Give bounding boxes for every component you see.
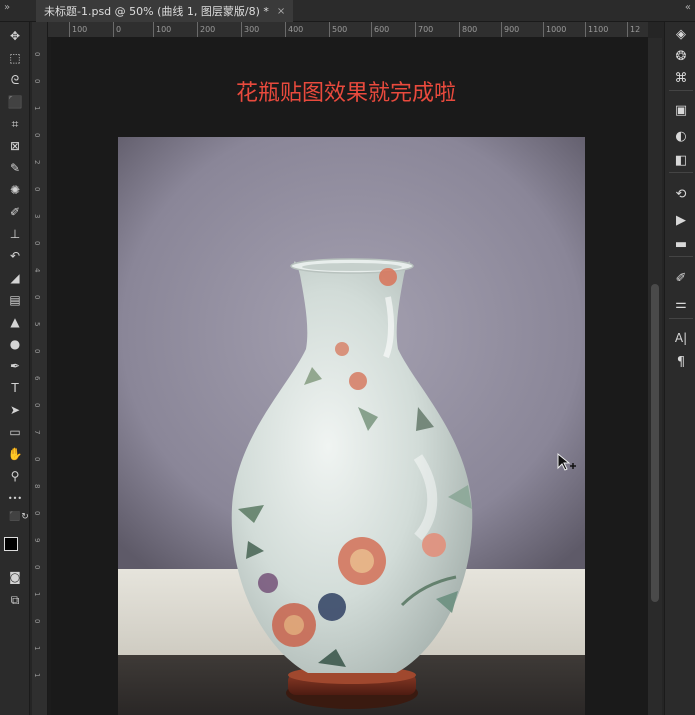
panel-separator xyxy=(669,90,693,91)
ruler-tick-label: 2 xyxy=(33,160,41,165)
document-canvas[interactable]: 花瓶贴图效果就完成啦 xyxy=(51,38,648,715)
ruler-tick-label: 1 xyxy=(33,592,41,597)
foreground-color-swatch[interactable] xyxy=(4,537,18,551)
dodge-tool-icon[interactable]: ● xyxy=(4,334,26,354)
tools-panel: ✥ ⬚ ᘓ ⬛ ⌗ ⊠ ✎ ✺ ✐ ⊥ ↶ ◢ ▤ ▲ ● ✒ T ➤ ▭ ✋ ⚲ ••• ⬛ ↻ ◙ ⧉ xyxy=(0,22,30,715)
history-panel-icon[interactable]: ⟲ xyxy=(670,184,692,204)
ruler-tick-label: 300 xyxy=(240,22,260,37)
blur-tool-icon[interactable]: ▲ xyxy=(4,312,26,332)
document-tab-bar: » 未标题-1.psd @ 50% (曲线 1, 图层蒙版/8) * × « xyxy=(0,0,695,22)
comments-panel-icon[interactable]: ▬ xyxy=(670,234,692,254)
ruler-tick-label: 0 xyxy=(33,295,41,300)
move-cursor-icon xyxy=(557,452,576,471)
properties-panel-icon[interactable]: ◧ xyxy=(670,150,692,170)
document-tab-title: 未标题-1.psd @ 50% (曲线 1, 图层蒙版/8) * xyxy=(44,5,269,18)
panel-separator xyxy=(669,256,693,257)
marquee-tool-icon[interactable]: ⬚ xyxy=(4,48,26,68)
ruler-tick-label: 900 xyxy=(500,22,520,37)
brush-tool-icon[interactable]: ✐ xyxy=(4,202,26,222)
right-panel-dock: ◈ ❂ ⌘ ▣ ◐ ◧ ⟲ ▶ ▬ ✐ ⚌ A| ¶ xyxy=(664,22,695,715)
ruler-tick-label: 400 xyxy=(284,22,304,37)
screen-mode-icon[interactable]: ⧉ xyxy=(4,590,26,610)
paths-panel-icon[interactable]: ⌘ xyxy=(670,68,692,88)
ruler-tick-label: 0 xyxy=(33,241,41,246)
ruler-tick-label: 1 xyxy=(33,646,41,651)
ruler-tick-label: 12 xyxy=(626,22,641,37)
close-icon[interactable]: × xyxy=(277,6,285,17)
brush-settings-panel-icon[interactable]: ✐ xyxy=(670,268,692,288)
path-select-tool-icon[interactable]: ➤ xyxy=(4,400,26,420)
panel-separator xyxy=(669,172,693,173)
character-panel-icon[interactable]: A| xyxy=(670,328,692,348)
ruler-tick-label: 0 xyxy=(33,133,41,138)
ruler-tick-label: 5 xyxy=(33,322,41,327)
lasso-tool-icon[interactable]: ᘓ xyxy=(4,70,26,90)
paragraph-panel-icon[interactable]: ¶ xyxy=(670,352,692,372)
ruler-tick-label: 8 xyxy=(33,484,41,489)
ruler-tick-label: 1000 xyxy=(542,22,567,37)
gradient-tool-icon[interactable]: ▤ xyxy=(4,290,26,310)
tool-presets-panel-icon[interactable]: ⚌ xyxy=(670,294,692,314)
horizontal-ruler[interactable]: 100 0 100 200 300 400 500 600 700 800 900 1000 1100 1… xyxy=(48,22,648,38)
channels-panel-icon[interactable]: ❂ xyxy=(670,46,692,66)
actions-panel-icon[interactable]: ▶ xyxy=(670,210,692,230)
vase-illustration xyxy=(118,137,585,715)
panel-separator xyxy=(669,318,693,319)
ruler-tick-label: 100 xyxy=(68,22,88,37)
ruler-tick-label: 3 xyxy=(33,214,41,219)
rectangle-tool-icon[interactable]: ▭ xyxy=(4,422,26,442)
layers-panel-icon[interactable]: ◈ xyxy=(670,24,692,44)
ruler-tick-label: 0 xyxy=(33,565,41,570)
ruler-tick-label: 500 xyxy=(328,22,348,37)
eyedropper-tool-icon[interactable]: ✎ xyxy=(4,158,26,178)
frame-tool-icon[interactable]: ⊠ xyxy=(4,136,26,156)
scrollbar-thumb[interactable] xyxy=(651,284,659,602)
vertical-scrollbar[interactable] xyxy=(648,38,662,715)
ruler-tick-label: 1 xyxy=(33,673,41,678)
ruler-tick-label: 200 xyxy=(196,22,216,37)
headline-text: 花瓶贴图效果就完成啦 xyxy=(235,81,456,106)
ruler-tick-label: 800 xyxy=(458,22,478,37)
quick-mask-icon[interactable]: ◙ xyxy=(4,567,26,587)
zoom-tool-icon[interactable]: ⚲ xyxy=(4,466,26,486)
ruler-tick-label: 0 xyxy=(33,349,41,354)
document-tab[interactable]: 未标题-1.psd @ 50% (曲线 1, 图层蒙版/8) * × xyxy=(36,0,294,22)
ruler-tick-label: 100 xyxy=(152,22,172,37)
canvas-workspace[interactable]: 花瓶贴图效果就完成啦 xyxy=(48,38,648,715)
type-tool-icon[interactable]: T xyxy=(4,378,26,398)
ruler-tick-label: 1100 xyxy=(584,22,609,37)
stamp-tool-icon[interactable]: ⊥ xyxy=(4,224,26,244)
ruler-tick-label: 700 xyxy=(414,22,434,37)
ruler-tick-label: 0 xyxy=(33,619,41,624)
vertical-ruler[interactable]: 0 0 1 0 2 0 3 0 4 0 5 0 6 0 7 0 8 0 9 0 1 0 1 1 xyxy=(32,22,48,715)
pen-tool-icon[interactable]: ✒ xyxy=(4,356,26,376)
ruler-tick-label: 7 xyxy=(33,430,41,435)
libraries-panel-icon[interactable]: ▣ xyxy=(670,100,692,120)
vase-photo xyxy=(118,137,585,715)
adjustments-panel-icon[interactable]: ◐ xyxy=(670,126,692,146)
eraser-tool-icon[interactable]: ◢ xyxy=(4,268,26,288)
ruler-tick-label: 0 xyxy=(33,52,41,57)
more-tools-icon[interactable]: ••• xyxy=(4,488,26,508)
ruler-tick-label: 1 xyxy=(33,106,41,111)
ruler-tick-label: 0 xyxy=(33,457,41,462)
collapse-right-icon[interactable]: « xyxy=(685,2,691,13)
ruler-tick-label: 0 xyxy=(33,403,41,408)
collapse-left-icon[interactable]: » xyxy=(4,2,10,13)
quick-select-tool-icon[interactable]: ⬛ xyxy=(4,92,26,112)
ruler-tick-label: 600 xyxy=(370,22,390,37)
healing-brush-tool-icon[interactable]: ✺ xyxy=(4,180,26,200)
ruler-tick-label: 0 xyxy=(33,187,41,192)
move-tool-icon[interactable]: ✥ xyxy=(4,26,26,46)
ruler-tick-label: 0 xyxy=(33,79,41,84)
history-brush-tool-icon[interactable]: ↶ xyxy=(4,246,26,266)
ruler-tick-label: 4 xyxy=(33,268,41,273)
ruler-tick-label: 0 xyxy=(33,511,41,516)
crop-tool-icon[interactable]: ⌗ xyxy=(4,114,26,134)
hand-tool-icon[interactable]: ✋ xyxy=(4,444,26,464)
ruler-tick-label: 6 xyxy=(33,376,41,381)
ruler-tick-label: 9 xyxy=(33,538,41,543)
ruler-tick-label: 0 xyxy=(112,22,122,37)
